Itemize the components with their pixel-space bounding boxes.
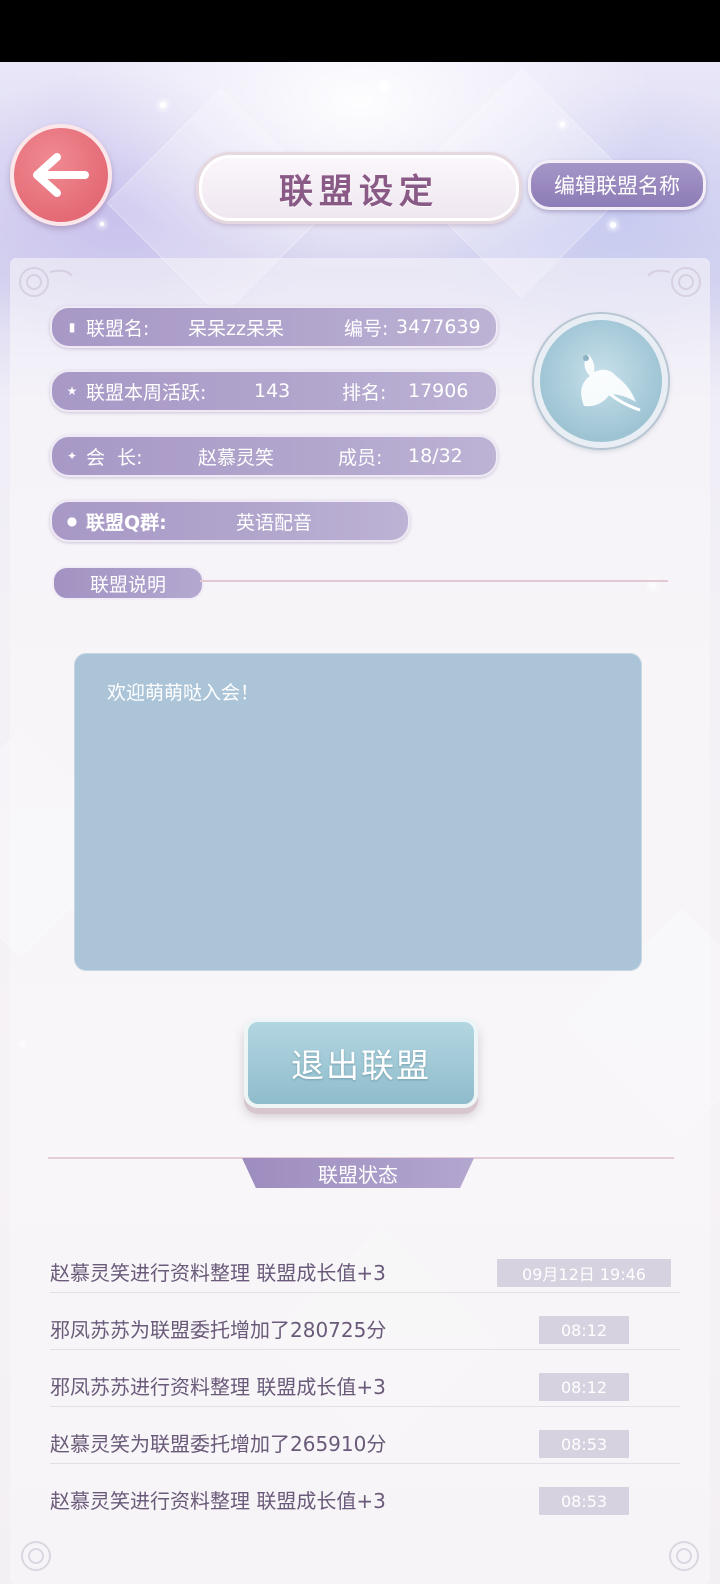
- sparkle: [100, 222, 104, 226]
- members-label: 成员:: [338, 446, 383, 469]
- sparkle: [160, 102, 166, 108]
- leader-label: 会 长:: [86, 446, 143, 469]
- status-log-text: 赵慕灵笑进行资料整理 联盟成长值+3: [50, 1261, 386, 1285]
- penguin-icon: ●: [66, 514, 78, 528]
- status-log-row: 邪凤苏苏为联盟委托增加了280725分 08:12: [50, 1310, 680, 1350]
- status-log-text: 邪凤苏苏进行资料整理 联盟成长值+3: [50, 1375, 386, 1399]
- alliance-emblem[interactable]: [534, 314, 668, 448]
- description-section-label: 联盟说明: [52, 566, 204, 600]
- alliance-name-label: 联盟名:: [86, 317, 150, 340]
- status-log-time: 08:53: [539, 1430, 629, 1458]
- qq-group-row: ● 联盟Q群: 英语配音: [50, 500, 410, 542]
- sparkle: [560, 122, 565, 127]
- alliance-name-row: ▮ 联盟名: 呆呆zz呆呆 编号: 3477639: [50, 306, 498, 348]
- row-divider: [50, 1292, 680, 1293]
- status-section-label: 联盟状态: [242, 1158, 474, 1188]
- status-log-text: 邪凤苏苏为联盟委托增加了280725分: [50, 1318, 387, 1342]
- members-value: 18/32: [408, 445, 463, 467]
- activity-row: ★ 联盟本周活跃: 143 排名: 17906: [50, 370, 498, 412]
- edit-alliance-name-button[interactable]: 编辑联盟名称: [528, 160, 706, 210]
- row-divider: [50, 1463, 680, 1464]
- sparkle: [380, 82, 388, 90]
- alliance-name-value: 呆呆zz呆呆: [188, 317, 284, 340]
- qq-group-value: 英语配音: [236, 511, 313, 534]
- page-title-plate: 联盟设定: [196, 152, 522, 224]
- status-log-time: 08:12: [539, 1373, 629, 1401]
- status-log-time: 08:53: [539, 1487, 629, 1515]
- status-log-row: 赵慕灵笑为联盟委托增加了265910分 08:53: [50, 1424, 680, 1464]
- rank-label: 排名:: [342, 381, 387, 404]
- status-log-text: 赵慕灵笑为联盟委托增加了265910分: [50, 1432, 387, 1456]
- quit-alliance-button[interactable]: 退出联盟: [244, 1018, 478, 1108]
- leader-value: 赵慕灵笑: [198, 446, 275, 469]
- activity-label: 联盟本周活跃:: [86, 381, 207, 404]
- status-log-row: 赵慕灵笑进行资料整理 联盟成长值+3 08:53: [50, 1481, 680, 1519]
- rose-corner-icon: [647, 267, 701, 297]
- back-arrow-icon: [33, 153, 89, 197]
- shield-icon: ▮: [68, 320, 76, 334]
- rank-value: 17906: [408, 380, 469, 402]
- alliance-description-text: 欢迎萌萌哒入会！: [107, 682, 260, 704]
- alliance-id-value: 3477639: [396, 316, 481, 338]
- star-icon: ★: [66, 384, 78, 398]
- row-divider: [50, 1406, 680, 1407]
- sparkle-icon: ✦: [66, 449, 78, 463]
- alliance-description-box[interactable]: 欢迎萌萌哒入会！: [74, 653, 642, 971]
- rose-corner-icon: [21, 1541, 51, 1571]
- sparkle: [610, 222, 616, 228]
- back-button[interactable]: [10, 124, 112, 226]
- page-title: 联盟设定: [279, 171, 439, 212]
- status-log-row: 邪凤苏苏进行资料整理 联盟成长值+3 08:12: [50, 1367, 680, 1407]
- alliance-id-label: 编号:: [344, 317, 389, 340]
- status-log-time: 09月12日 19:46: [497, 1259, 671, 1287]
- qq-group-label: 联盟Q群:: [86, 511, 167, 534]
- status-log-row: 赵慕灵笑进行资料整理 联盟成长值+3 09月12日 19:46: [50, 1253, 680, 1293]
- activity-value: 143: [254, 380, 291, 402]
- status-log-text: 赵慕灵笑进行资料整理 联盟成长值+3: [50, 1489, 386, 1513]
- phoenix-emblem-icon: [581, 354, 641, 412]
- status-bar: [0, 0, 720, 62]
- leader-row: ✦ 会 长: 赵慕灵笑 成员: 18/32: [50, 435, 498, 477]
- section-divider: [200, 580, 668, 582]
- status-log-time: 08:12: [539, 1316, 629, 1344]
- rose-corner-icon: [669, 1541, 699, 1571]
- row-divider: [50, 1349, 680, 1350]
